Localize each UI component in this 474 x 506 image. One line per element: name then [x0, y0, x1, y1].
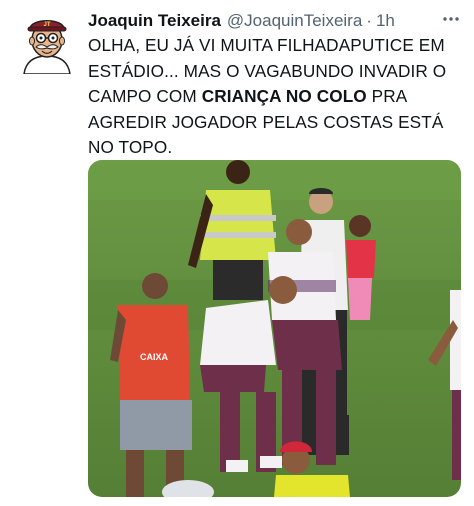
- tweet: JT Joaquin Teixeira @JoaquinTeixeira · 1…: [0, 0, 474, 506]
- sponsor-text: CAIXA: [140, 352, 169, 362]
- more-horizontal-icon[interactable]: [438, 10, 464, 28]
- avatar-cap-text: JT: [43, 22, 50, 28]
- tweet-header: Joaquin Teixeira @JoaquinTeixeira · 1h: [88, 10, 395, 32]
- tweet-text: OLHA, EU JÁ VI MUITA FILHADAPUTICE EM ES…: [88, 33, 458, 161]
- author-handle[interactable]: @JoaquinTeixeira: [227, 11, 362, 31]
- tweet-text-bold: CRIANÇA NO COLO: [201, 86, 367, 106]
- avatar[interactable]: JT: [20, 10, 74, 75]
- stadium-photo: CAIXA: [88, 160, 461, 497]
- tweet-time[interactable]: 1h: [376, 11, 395, 31]
- cartoon-avatar-icon: JT: [23, 20, 71, 75]
- tweet-media-photo[interactable]: CAIXA: [88, 160, 461, 497]
- separator-dot: ·: [366, 11, 372, 30]
- author-name[interactable]: Joaquin Teixeira: [88, 11, 221, 31]
